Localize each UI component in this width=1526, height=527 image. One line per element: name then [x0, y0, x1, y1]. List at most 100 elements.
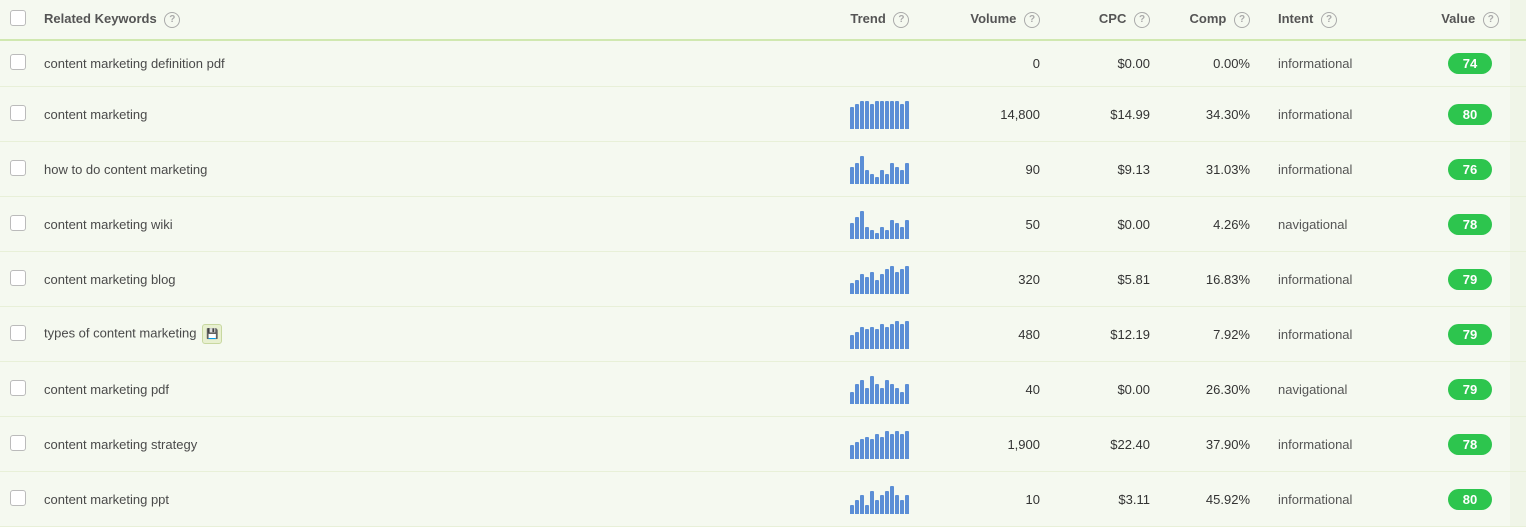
- table-row: content marketing definition pdf0$0.000.…: [0, 40, 1526, 87]
- cpc-cell: $12.19: [1070, 307, 1170, 362]
- volume-value: 10: [1026, 492, 1040, 507]
- comp-cell: 45.92%: [1170, 472, 1270, 527]
- trend-bar: [900, 170, 904, 184]
- trend-bar: [895, 272, 899, 294]
- trend-bar: [865, 170, 869, 184]
- row-checkbox[interactable]: [10, 105, 26, 121]
- cpc-cell: $0.00: [1070, 197, 1170, 252]
- intent-value: informational: [1278, 107, 1352, 122]
- cpc-value: $9.13: [1117, 162, 1150, 177]
- row-checkbox[interactable]: [10, 380, 26, 396]
- trend-bar: [850, 505, 854, 514]
- trend-bar: [870, 376, 874, 404]
- trend-bar: [860, 274, 864, 294]
- trend-bar: [850, 107, 854, 129]
- table-row: content marketing ppt10$3.1145.92%inform…: [0, 472, 1526, 527]
- comp-cell: 26.30%: [1170, 362, 1270, 417]
- keyword-cell: how to do content marketing: [36, 142, 842, 197]
- intent-value: informational: [1278, 162, 1352, 177]
- trend-bar: [885, 230, 889, 239]
- scrollbar-cell: [1510, 362, 1526, 417]
- row-checkbox[interactable]: [10, 160, 26, 176]
- trend-bar: [865, 227, 869, 239]
- cpc-header-label: CPC: [1099, 11, 1126, 26]
- trend-bar: [870, 491, 874, 514]
- table-row: types of content marketing💾480$12.197.92…: [0, 307, 1526, 362]
- volume-value: 480: [1018, 327, 1040, 342]
- trend-bar: [900, 324, 904, 349]
- select-all-checkbox[interactable]: [10, 10, 26, 26]
- keyword-table: Related Keywords ? Trend ? Volume ? CPC …: [0, 0, 1526, 527]
- volume-value: 90: [1026, 162, 1040, 177]
- cpc-cell: $5.81: [1070, 252, 1170, 307]
- cpc-value: $22.40: [1110, 437, 1150, 452]
- trend-bar: [880, 227, 884, 239]
- trend-bar: [870, 104, 874, 129]
- volume-value: 14,800: [1000, 107, 1040, 122]
- trend-bar: [905, 163, 909, 184]
- table-row: content marketing wiki50$0.004.26%naviga…: [0, 197, 1526, 252]
- trend-cell: [842, 472, 962, 527]
- keyword-text: content marketing blog: [44, 272, 176, 287]
- keyword-cell: content marketing blog: [36, 252, 842, 307]
- value-badge: 79: [1448, 324, 1492, 345]
- intent-cell: informational: [1270, 252, 1430, 307]
- scrollbar-cell: [1510, 40, 1526, 87]
- trend-bar: [855, 500, 859, 514]
- row-checkbox[interactable]: [10, 490, 26, 506]
- trend-bar: [905, 431, 909, 459]
- row-checkbox[interactable]: [10, 54, 26, 70]
- trend-bar: [900, 104, 904, 129]
- scrollbar-cell: [1510, 417, 1526, 472]
- value-badge: 78: [1448, 214, 1492, 235]
- cpc-help-icon[interactable]: ?: [1134, 12, 1150, 28]
- volume-cell: 0: [962, 40, 1070, 87]
- intent-value: informational: [1278, 437, 1352, 452]
- intent-cell: navigational: [1270, 362, 1430, 417]
- trend-bar: [850, 283, 854, 294]
- trend-cell: [842, 252, 962, 307]
- trend-bar: [860, 327, 864, 349]
- keyword-text: content marketing: [44, 107, 147, 122]
- value-help-icon[interactable]: ?: [1483, 12, 1499, 28]
- volume-cell: 50: [962, 197, 1070, 252]
- comp-value: 34.30%: [1206, 107, 1250, 122]
- tag-icon[interactable]: 💾: [202, 324, 222, 344]
- intent-cell: informational: [1270, 40, 1430, 87]
- comp-help-icon[interactable]: ?: [1234, 12, 1250, 28]
- volume-cell: 480: [962, 307, 1070, 362]
- comp-value: 26.30%: [1206, 382, 1250, 397]
- intent-cell: informational: [1270, 417, 1430, 472]
- trend-column-header: Trend ?: [842, 0, 962, 40]
- row-checkbox[interactable]: [10, 435, 26, 451]
- trend-bars: [850, 209, 954, 239]
- trend-bar: [895, 388, 899, 404]
- volume-help-icon[interactable]: ?: [1024, 12, 1040, 28]
- row-checkbox[interactable]: [10, 270, 26, 286]
- row-checkbox[interactable]: [10, 215, 26, 231]
- trend-bar: [865, 329, 869, 349]
- value-cell: 79: [1430, 362, 1510, 417]
- keyword-help-icon[interactable]: ?: [164, 12, 180, 28]
- row-checkbox[interactable]: [10, 325, 26, 341]
- intent-value: informational: [1278, 272, 1352, 287]
- trend-help-icon[interactable]: ?: [893, 12, 909, 28]
- comp-cell: 7.92%: [1170, 307, 1270, 362]
- intent-value: informational: [1278, 492, 1352, 507]
- cpc-cell: $9.13: [1070, 142, 1170, 197]
- trend-bar: [895, 101, 899, 129]
- scrollbar-cell: [1510, 252, 1526, 307]
- intent-help-icon[interactable]: ?: [1321, 12, 1337, 28]
- scrollbar-cell: [1510, 307, 1526, 362]
- trend-bar: [900, 500, 904, 514]
- trend-cell: [842, 362, 962, 417]
- trend-bar: [855, 104, 859, 129]
- trend-cell: [842, 197, 962, 252]
- comp-value: 37.90%: [1206, 437, 1250, 452]
- intent-header-label: Intent: [1278, 11, 1313, 26]
- select-all-header[interactable]: [0, 0, 36, 40]
- comp-header-label: Comp: [1190, 11, 1227, 26]
- volume-cell: 320: [962, 252, 1070, 307]
- cpc-column-header: CPC ?: [1070, 0, 1170, 40]
- cpc-value: $0.00: [1117, 56, 1150, 71]
